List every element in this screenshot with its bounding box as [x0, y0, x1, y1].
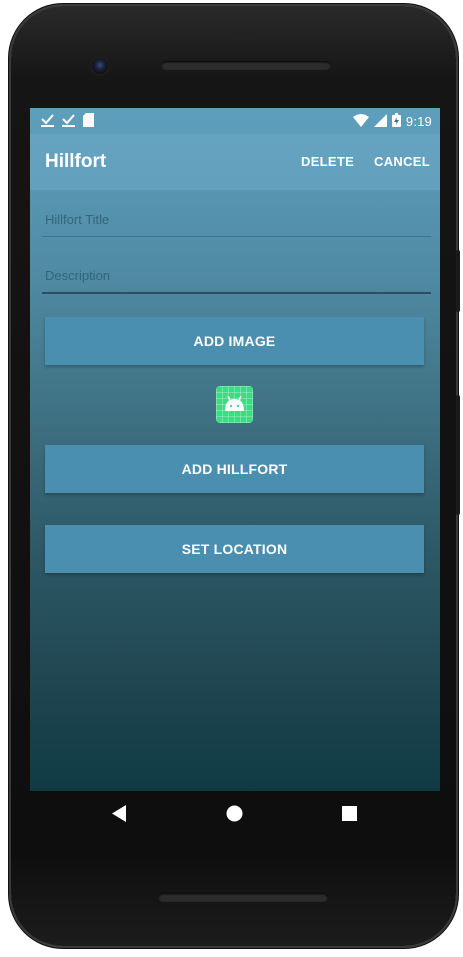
- sd-card-icon: [83, 113, 94, 130]
- hillfort-image-preview[interactable]: [216, 386, 253, 423]
- recents-icon[interactable]: [342, 806, 357, 826]
- battery-icon: [391, 113, 401, 130]
- power-button: [456, 250, 460, 312]
- bottom-speaker: [158, 893, 328, 902]
- download-done-icon: [62, 113, 75, 130]
- status-bar: 9:19: [30, 108, 440, 134]
- status-clock: 9:19: [405, 114, 432, 129]
- download-done-icon: [41, 113, 54, 130]
- add-image-button[interactable]: ADD IMAGE: [45, 317, 424, 365]
- app-title: Hillfort: [45, 151, 107, 172]
- wifi-icon: [352, 113, 369, 130]
- back-icon[interactable]: [112, 805, 126, 827]
- top-slot: [231, 33, 259, 40]
- set-location-button[interactable]: SET LOCATION: [45, 525, 424, 573]
- android-icon: [223, 395, 246, 417]
- cell-signal-icon: [373, 113, 387, 130]
- app-bar: Hillfort DELETE CANCEL: [30, 134, 440, 190]
- add-hillfort-button[interactable]: ADD HILLFORT: [45, 445, 424, 493]
- home-icon[interactable]: [226, 805, 243, 827]
- volume-button: [456, 395, 460, 515]
- delete-button[interactable]: DELETE: [301, 154, 354, 169]
- earpiece-speaker: [161, 61, 331, 70]
- front-camera: [92, 58, 108, 74]
- app-screen: 9:19 Hillfort DELETE CANCEL ADD IMAGE AD…: [30, 108, 440, 791]
- hillfort-title-input[interactable]: [42, 202, 431, 237]
- cancel-button[interactable]: CANCEL: [374, 154, 430, 169]
- description-input[interactable]: [42, 258, 431, 294]
- navigation-bar: [30, 791, 440, 839]
